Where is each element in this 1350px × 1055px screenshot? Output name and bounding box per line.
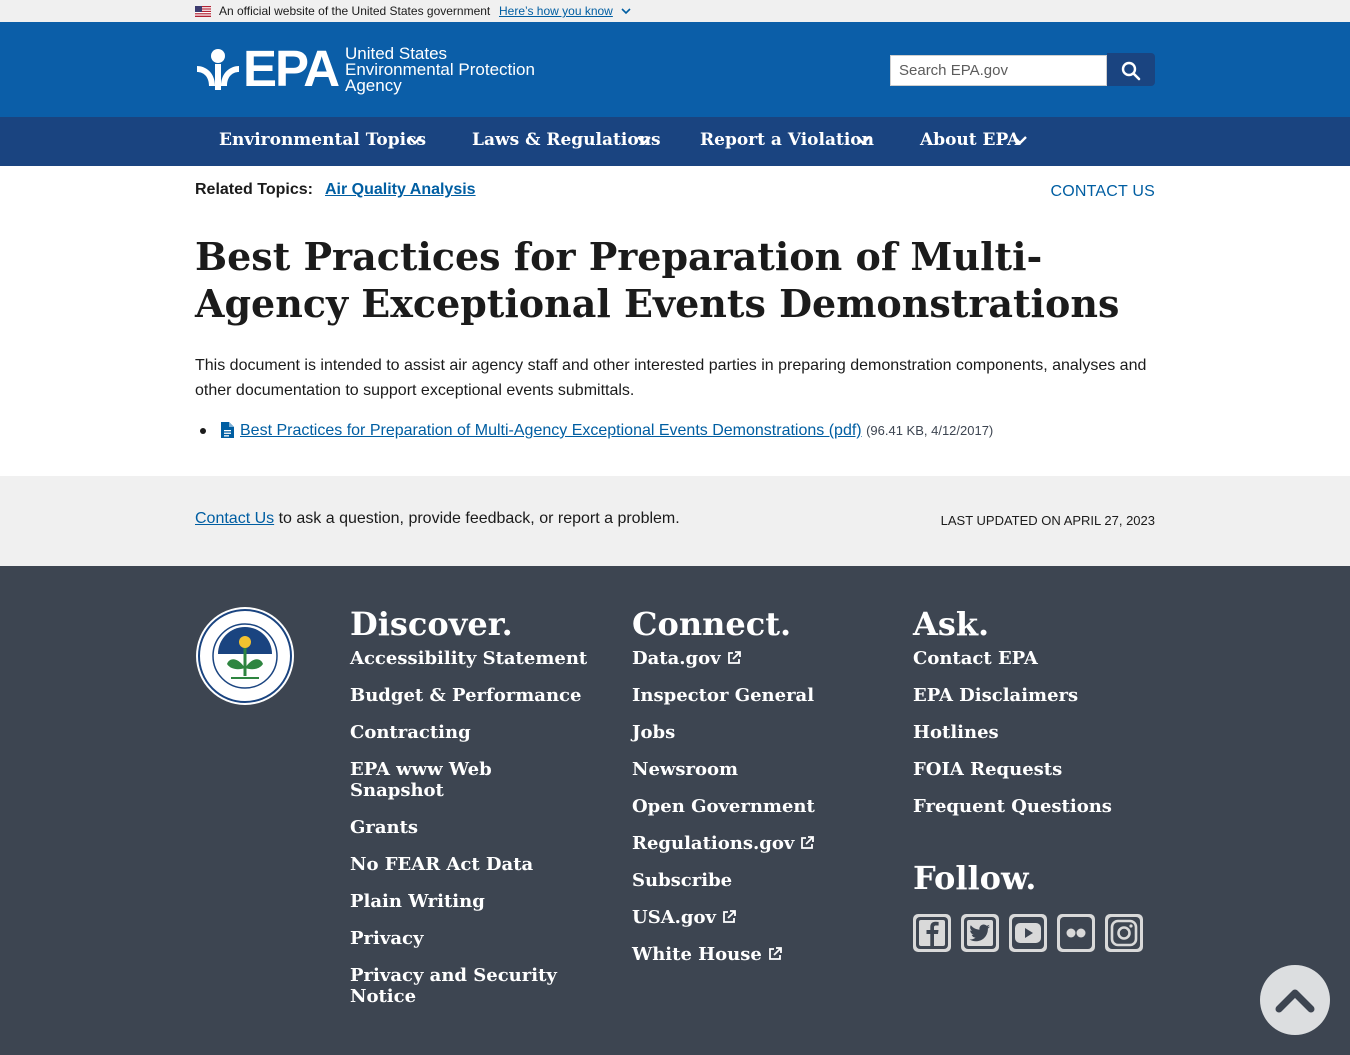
footer-discover: Discover. Accessibility Statement Budget… [350,604,590,1023]
main-navigation: Environmental Topics Laws & Regulations … [0,117,1350,166]
facebook-icon[interactable] [913,914,951,952]
ask-links: Contact EPA EPA Disclaimers Hotlines FOI… [913,648,1153,817]
instagram-icon[interactable] [1105,914,1143,952]
footer-link-web-snapshot[interactable]: EPA www Web Snapshot [350,759,492,801]
chevron-down-icon [637,136,651,145]
nav-report-a-violation[interactable]: Report a Violation [700,130,874,150]
footer-link-contact-epa[interactable]: Contact EPA [913,648,1038,669]
nav-label: About EPA [920,130,1021,150]
epa-logo[interactable]: EPA United States Environmental Protecti… [195,40,545,97]
nav-label: Laws & Regulations [472,130,661,150]
site-footer: Discover. Accessibility Statement Budget… [0,566,1350,1055]
page-title: Best Practices for Preparation of Multi-… [195,234,1120,326]
search-input[interactable] [890,55,1107,86]
discover-links: Accessibility Statement Budget & Perform… [350,648,590,1007]
bullet [200,428,206,434]
contact-us-link[interactable]: CONTACT US [1050,183,1155,201]
epa-wordmark: EPA [243,40,340,97]
file-pdf-icon [221,422,234,438]
footer-link-foia[interactable]: FOIA Requests [913,759,1062,780]
footer-link-white-house[interactable]: White House [632,944,762,965]
intro-paragraph: This document is intended to assist air … [195,357,1147,399]
footer-link-newsroom[interactable]: Newsroom [632,759,738,780]
footer-link-accessibility[interactable]: Accessibility Statement [350,648,587,669]
chevron-down-icon [856,136,870,145]
contact-band-description: to ask a question, provide feedback, or … [274,510,680,527]
external-link-icon [727,651,741,664]
footer-link-no-fear[interactable]: No FEAR Act Data [350,854,533,875]
discover-heading: Discover. [350,605,513,643]
document-link[interactable]: Best Practices for Preparation of Multi-… [240,422,862,439]
footer-link-privacy-security[interactable]: Privacy and Security Notice [350,965,557,1007]
document-list: Best Practices for Preparation of Multi-… [195,420,1155,442]
epa-flower-logo-icon [197,49,239,90]
official-website-text: An official website of the United States… [219,4,491,18]
last-updated: LAST UPDATED ON APRIL 27, 2023 [940,513,1155,528]
footer-link-privacy[interactable]: Privacy [350,928,423,949]
back-to-top-button[interactable] [1260,965,1330,1035]
gov-banner: An official website of the United States… [0,0,1350,22]
heres-how-you-know-link[interactable]: Here’s how you know [499,4,613,18]
flickr-icon[interactable] [1057,914,1095,952]
chevron-down-icon [408,136,422,145]
footer-link-budget[interactable]: Budget & Performance [350,685,581,706]
external-link-icon [768,947,782,960]
footer-link-usa-gov[interactable]: USA.gov [632,907,716,928]
footer-link-open-government[interactable]: Open Government [632,796,815,817]
footer-link-data-gov[interactable]: Data.gov [632,648,721,669]
external-link-icon [723,910,736,923]
twitter-icon[interactable] [961,914,999,952]
nav-label: Environmental Topics [219,130,427,150]
footer-link-jobs[interactable]: Jobs [632,722,675,743]
related-topics: Related Topics: Air Quality Analysis [195,181,476,199]
footer-link-hotlines[interactable]: Hotlines [913,722,999,743]
footer-link-subscribe[interactable]: Subscribe [632,870,732,891]
agency-name: United States Environmental Protection A… [345,45,545,95]
footer-link-contracting[interactable]: Contracting [350,722,471,743]
search-icon [1121,61,1141,81]
chevron-down-icon[interactable] [621,7,631,15]
ask-heading: Ask. [913,605,990,643]
connect-links: Data.gov Inspector General Jobs Newsroom… [632,648,882,965]
youtube-icon[interactable] [1009,914,1047,952]
footer-link-plain-writing[interactable]: Plain Writing [350,891,485,912]
footer-link-regulations-gov[interactable]: Regulations.gov [632,833,794,854]
footer-link-inspector-general[interactable]: Inspector General [632,685,814,706]
search-button[interactable] [1107,53,1155,86]
contact-band: Contact Us to ask a question, provide fe… [0,476,1350,566]
related-topic-link[interactable]: Air Quality Analysis [325,181,476,199]
footer-ask: Ask. Contact EPA EPA Disclaimers Hotline… [913,604,1153,833]
epa-seal-icon[interactable] [195,606,295,706]
connect-heading: Connect. [632,605,792,643]
follow-heading: Follow. [913,859,1037,897]
nav-laws-regulations[interactable]: Laws & Regulations [472,130,661,150]
footer-link-grants[interactable]: Grants [350,817,418,838]
document-meta: (96.41 KB, 4/12/2017) [866,423,994,438]
nav-label: Report a Violation [700,130,875,150]
site-header: EPA United States Environmental Protecti… [0,22,1350,117]
list-item: Best Practices for Preparation of Multi-… [195,420,1155,442]
external-link-icon [801,836,815,849]
footer-link-disclaimers[interactable]: EPA Disclaimers [913,685,1078,706]
related-topics-label: Related Topics: [195,181,313,198]
footer-connect: Connect. Data.gov Inspector General Jobs… [632,604,882,981]
nav-about-epa[interactable]: About EPA [920,130,1027,150]
contact-band-text: Contact Us to ask a question, provide fe… [195,510,680,528]
footer-follow: Follow. [913,858,1036,898]
us-flag-icon [195,6,211,17]
nav-environmental-topics[interactable]: Environmental Topics [219,130,426,150]
agency-name-line3: Agency [345,76,402,95]
footer-link-frequent-questions[interactable]: Frequent Questions [913,796,1112,817]
contact-us-footer-link[interactable]: Contact Us [195,510,274,527]
chevron-up-icon [1275,989,1315,1013]
chevron-down-icon [1013,136,1027,145]
